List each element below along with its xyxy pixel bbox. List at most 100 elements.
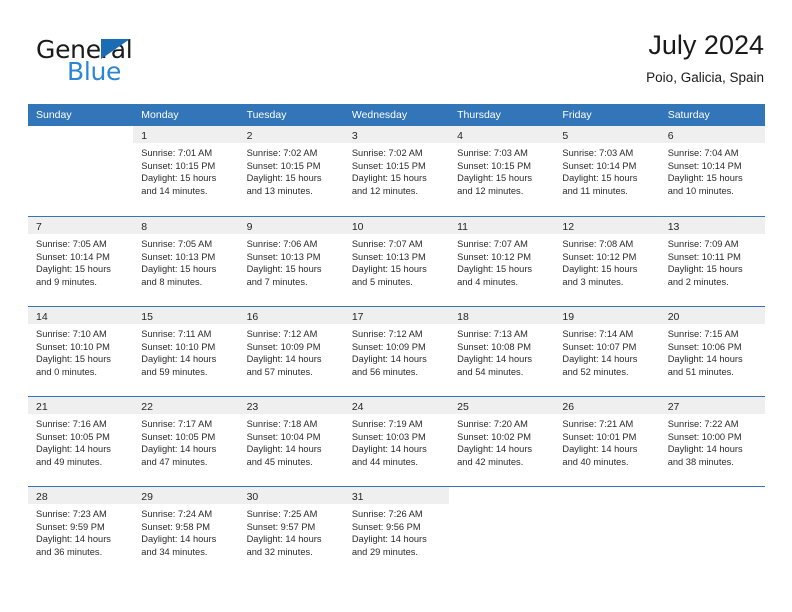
calendar-day-cell[interactable]: 11 Sunrise: 7:07 AM Sunset: 10:12 PM Daylig… bbox=[449, 217, 555, 306]
daylight-text-cont: and 54 minutes. bbox=[457, 366, 524, 377]
calendar-day-cell[interactable]: 22 Sunrise: 7:17 AM Sunset: 10:05 PM Daylig… bbox=[133, 397, 239, 486]
day-number-band: 10 bbox=[343, 217, 450, 234]
calendar-day-cell[interactable]: 17 Sunrise: 7:12 AM Sunset: 10:09 PM Daylig… bbox=[343, 307, 450, 396]
calendar-day-cell[interactable]: 2 Sunrise: 7:02 AM Sunset: 10:15 PM Dayligh… bbox=[238, 126, 344, 216]
weekday-header-friday: Friday bbox=[562, 109, 592, 121]
calendar-day-cell[interactable]: 25 Sunrise: 7:20 AM Sunset: 10:02 PM Daylig… bbox=[449, 397, 555, 486]
calendar-day-cell[interactable]: 27 Sunrise: 7:22 AM Sunset: 10:00 PM Daylig… bbox=[659, 397, 765, 486]
calendar-day-cell[interactable]: 29 Sunrise: 7:24 AM Sunset: 9:58 PM Dayligh… bbox=[133, 487, 239, 576]
day-number: 18 bbox=[457, 311, 469, 323]
calendar-day-cell[interactable]: 8 Sunrise: 7:05 AM Sunset: 10:13 PM Dayligh… bbox=[133, 217, 239, 306]
sunrise-text: Sunrise: 7:04 AM bbox=[667, 148, 739, 158]
sunset-text: Sunset: 10:05 PM bbox=[141, 431, 216, 442]
day-details: Sunrise: 7:12 AM Sunset: 10:09 PM Daylight… bbox=[239, 324, 344, 378]
sunrise-text: Sunrise: 7:03 AM bbox=[562, 148, 634, 158]
day-number: 22 bbox=[141, 401, 153, 413]
sunrise-text: Sunrise: 7:23 AM bbox=[36, 509, 107, 519]
daylight-text-cont: and 47 minutes. bbox=[141, 456, 208, 467]
sunset-text: Sunset: 10:14 PM bbox=[562, 160, 637, 171]
sunrise-text: Sunrise: 7:17 AM bbox=[141, 419, 213, 429]
calendar-day-cell[interactable]: 28 Sunrise: 7:23 AM Sunset: 9:59 PM Dayligh… bbox=[28, 487, 134, 576]
sunset-text: Sunset: 10:00 PM bbox=[667, 431, 742, 442]
sunrise-text: Sunrise: 7:01 AM bbox=[141, 148, 213, 158]
daylight-text: Daylight: 15 hours bbox=[141, 264, 217, 275]
calendar-day-cell[interactable]: 9 Sunrise: 7:06 AM Sunset: 10:13 PM Dayligh… bbox=[238, 217, 344, 306]
day-number: 29 bbox=[141, 491, 153, 503]
sunset-text: Sunset: 10:02 PM bbox=[457, 431, 532, 442]
calendar-day-cell[interactable]: 26 Sunrise: 7:21 AM Sunset: 10:01 PM Daylig… bbox=[554, 397, 660, 486]
calendar-day-cell[interactable]: 7 Sunrise: 7:05 AM Sunset: 10:14 PM Dayligh… bbox=[28, 217, 134, 306]
day-details: Sunrise: 7:25 AM Sunset: 9:57 PM Daylight:… bbox=[239, 504, 344, 558]
sunrise-text: Sunrise: 7:24 AM bbox=[141, 509, 213, 519]
calendar-day-cell[interactable]: 12 Sunrise: 7:08 AM Sunset: 10:12 PM Daylig… bbox=[554, 217, 660, 306]
daylight-text: Daylight: 15 hours bbox=[457, 264, 533, 275]
sunrise-text: Sunrise: 7:02 AM bbox=[246, 148, 318, 158]
calendar-day-cell[interactable]: 1 Sunrise: 7:01 AM Sunset: 10:15 PM Dayligh… bbox=[133, 126, 239, 216]
sunrise-text: Sunrise: 7:07 AM bbox=[457, 239, 528, 249]
calendar-day-cell[interactable]: 4 Sunrise: 7:03 AM Sunset: 10:15 PM Dayligh… bbox=[449, 126, 555, 216]
calendar-day-cell[interactable]: 21 Sunrise: 7:16 AM Sunset: 10:05 PM Daylig… bbox=[28, 397, 134, 486]
daylight-text: Daylight: 14 hours bbox=[562, 444, 638, 455]
sunrise-text: Sunrise: 7:03 AM bbox=[457, 148, 528, 158]
day-details bbox=[554, 504, 659, 508]
daylight-text-cont: and 12 minutes. bbox=[457, 185, 524, 196]
daylight-text: Daylight: 14 hours bbox=[351, 534, 427, 545]
sunrise-text: Sunrise: 7:21 AM bbox=[562, 419, 634, 429]
brand-logo[interactable]: General Blue bbox=[36, 36, 166, 86]
daylight-text-cont: and 3 minutes. bbox=[562, 276, 624, 287]
day-details: Sunrise: 7:15 AM Sunset: 10:06 PM Daylight… bbox=[660, 324, 765, 378]
weekday-header-tuesday: Tuesday bbox=[246, 109, 287, 121]
calendar-day-cell[interactable]: 10 Sunrise: 7:07 AM Sunset: 10:13 PM Daylig… bbox=[343, 217, 450, 306]
calendar-day-cell[interactable]: 19 Sunrise: 7:14 AM Sunset: 10:07 PM Daylig… bbox=[554, 307, 660, 396]
daylight-text-cont: and 45 minutes. bbox=[246, 456, 313, 467]
day-number-band: 25 bbox=[449, 397, 555, 414]
calendar-day-cell[interactable]: 16 Sunrise: 7:12 AM Sunset: 10:09 PM Daylig… bbox=[238, 307, 344, 396]
weekday-header-monday: Monday bbox=[141, 109, 179, 121]
daylight-text-cont: and 51 minutes. bbox=[667, 366, 734, 377]
day-details: Sunrise: 7:14 AM Sunset: 10:07 PM Daylight… bbox=[554, 324, 659, 378]
day-number: 11 bbox=[457, 221, 469, 233]
calendar-day-cell[interactable]: 15 Sunrise: 7:11 AM Sunset: 10:10 PM Daylig… bbox=[133, 307, 239, 396]
daylight-text: Daylight: 15 hours bbox=[562, 173, 638, 184]
daylight-text-cont: and 57 minutes. bbox=[246, 366, 313, 377]
calendar-week-row: 28 Sunrise: 7:23 AM Sunset: 9:59 PM Dayligh… bbox=[28, 486, 765, 576]
sunrise-text: Sunrise: 7:19 AM bbox=[351, 419, 423, 429]
daylight-text-cont: and 10 minutes. bbox=[667, 185, 734, 196]
calendar-day-cell[interactable]: 13 Sunrise: 7:09 AM Sunset: 10:11 PM Daylig… bbox=[659, 217, 765, 306]
sunset-text: Sunset: 10:13 PM bbox=[141, 251, 216, 262]
calendar-day-cell[interactable]: 6 Sunrise: 7:04 AM Sunset: 10:14 PM Dayligh… bbox=[659, 126, 765, 216]
sunset-text: Sunset: 10:15 PM bbox=[457, 160, 532, 171]
calendar-day-cell[interactable]: 24 Sunrise: 7:19 AM Sunset: 10:03 PM Daylig… bbox=[343, 397, 450, 486]
day-number-band: 30 bbox=[238, 487, 344, 504]
calendar-day-cell[interactable]: 20 Sunrise: 7:15 AM Sunset: 10:06 PM Daylig… bbox=[659, 307, 765, 396]
daylight-text: Daylight: 14 hours bbox=[246, 534, 322, 545]
daylight-text-cont: and 8 minutes. bbox=[141, 276, 203, 287]
sunset-text: Sunset: 9:56 PM bbox=[351, 521, 421, 532]
daylight-text: Daylight: 15 hours bbox=[141, 173, 217, 184]
day-number-band: 7 bbox=[28, 217, 134, 234]
calendar-day-cell[interactable]: 3 Sunrise: 7:02 AM Sunset: 10:15 PM Dayligh… bbox=[343, 126, 450, 216]
calendar-day-cell[interactable]: 5 Sunrise: 7:03 AM Sunset: 10:14 PM Dayligh… bbox=[554, 126, 660, 216]
day-number: 4 bbox=[457, 130, 463, 142]
calendar-day-cell[interactable]: 14 Sunrise: 7:10 AM Sunset: 10:10 PM Daylig… bbox=[28, 307, 134, 396]
day-number-band: 15 bbox=[133, 307, 239, 324]
daylight-text-cont: and 11 minutes. bbox=[562, 185, 628, 196]
daylight-text-cont: and 44 minutes. bbox=[351, 456, 418, 467]
day-details: Sunrise: 7:01 AM Sunset: 10:15 PM Daylight… bbox=[133, 143, 238, 197]
calendar-weeks: 1 Sunrise: 7:01 AM Sunset: 10:15 PM Dayligh… bbox=[28, 126, 765, 576]
day-details: Sunrise: 7:09 AM Sunset: 10:11 PM Daylight… bbox=[660, 234, 765, 288]
day-number-band bbox=[659, 487, 765, 504]
day-number-band: 5 bbox=[554, 126, 660, 143]
calendar-day-cell[interactable]: 18 Sunrise: 7:13 AM Sunset: 10:08 PM Daylig… bbox=[449, 307, 555, 396]
calendar-day-cell[interactable]: 30 Sunrise: 7:25 AM Sunset: 9:57 PM Dayligh… bbox=[238, 487, 344, 576]
day-number: 12 bbox=[562, 221, 575, 233]
calendar-day-cell[interactable]: 31 Sunrise: 7:26 AM Sunset: 9:56 PM Dayligh… bbox=[343, 487, 450, 576]
daylight-text: Daylight: 15 hours bbox=[246, 264, 322, 275]
day-details: Sunrise: 7:04 AM Sunset: 10:14 PM Daylight… bbox=[660, 143, 765, 197]
sunset-text: Sunset: 10:11 PM bbox=[667, 251, 741, 262]
page-title: July 2024 bbox=[648, 30, 764, 60]
weekday-header-saturday: Saturday bbox=[667, 109, 710, 121]
daylight-text: Daylight: 15 hours bbox=[667, 264, 743, 275]
calendar-day-cell[interactable]: 23 Sunrise: 7:18 AM Sunset: 10:04 PM Daylig… bbox=[238, 397, 344, 486]
day-number-band: 22 bbox=[133, 397, 239, 414]
